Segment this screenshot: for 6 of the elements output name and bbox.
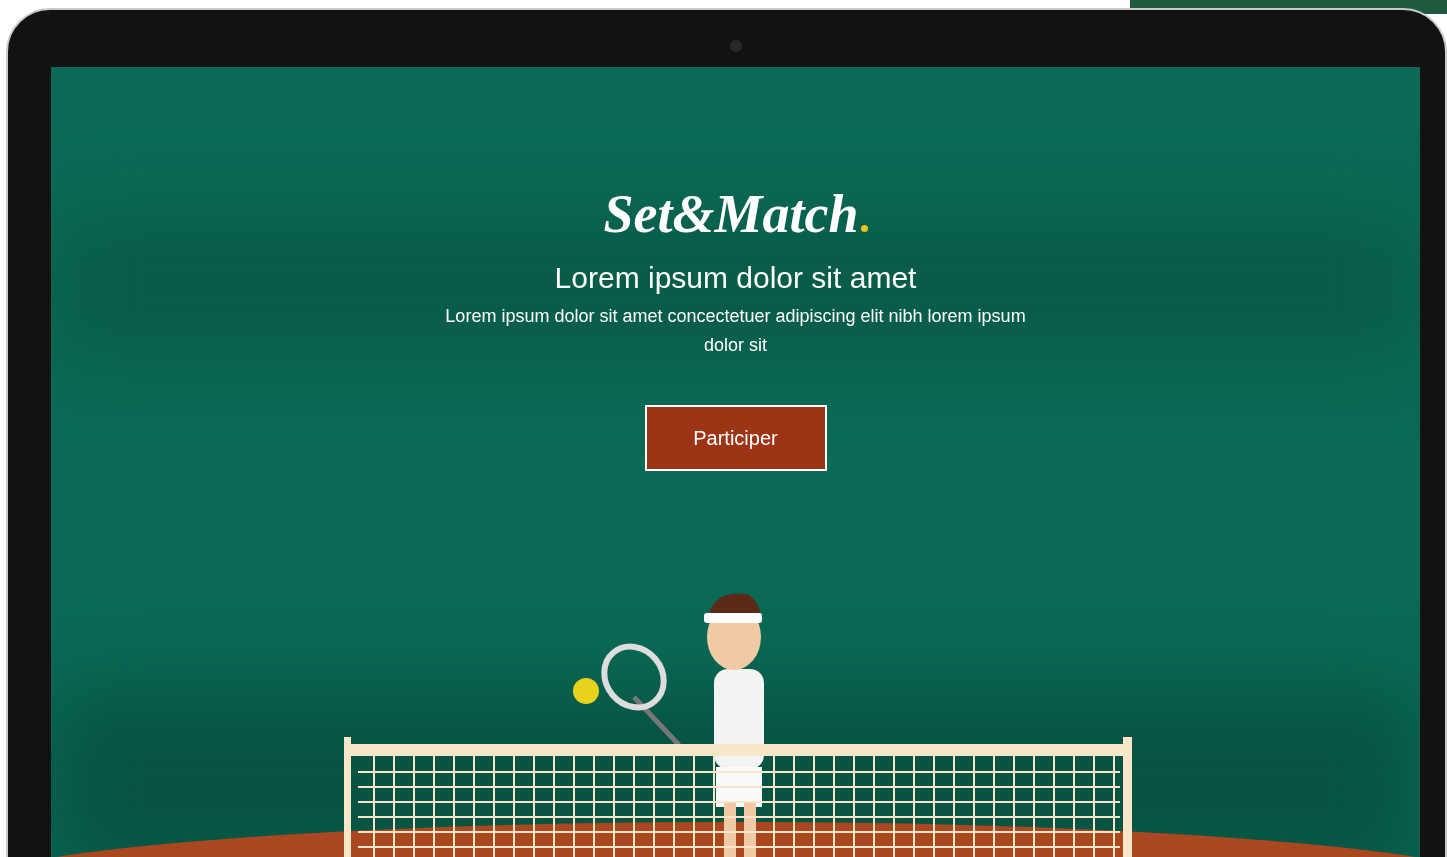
- dot-icon: [860, 225, 868, 232]
- logo: Set&Match: [603, 183, 859, 246]
- hero-subtitle: Lorem ipsum dolor sit amet concectetuer adipiscing elit nibh lorem ipsum dolor sit: [444, 305, 1027, 357]
- camera-icon: [730, 40, 742, 52]
- participate-button[interactable]: Participer: [644, 405, 827, 471]
- hero-title: Lorem ipsum dolor sit amet: [554, 260, 917, 296]
